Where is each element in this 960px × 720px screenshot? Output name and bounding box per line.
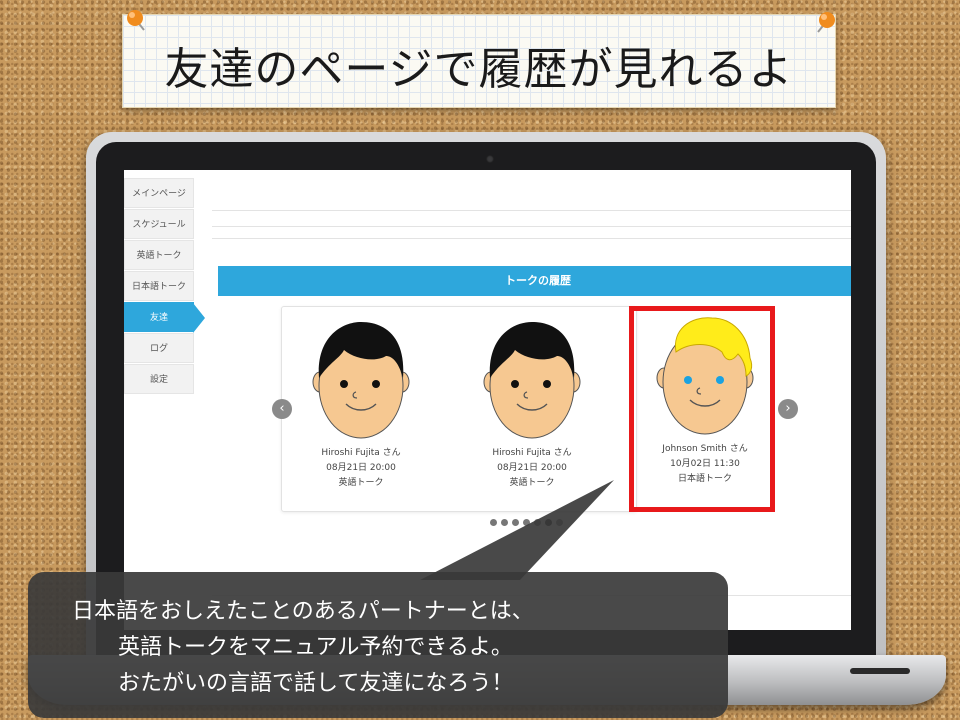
speech-bubble: 日本語をおしえたことのあるパートナーとは、 英語トークをマニュアル予約できるよ。…: [28, 572, 728, 718]
bubble-line: おたがいの言語で話して友達になろう！: [118, 671, 514, 696]
bubble-line: 日本語をおしえたことのあるパートナーとは、: [72, 599, 534, 624]
bubble-line: 英語トークをマニュアル予約できるよ。: [118, 635, 513, 660]
